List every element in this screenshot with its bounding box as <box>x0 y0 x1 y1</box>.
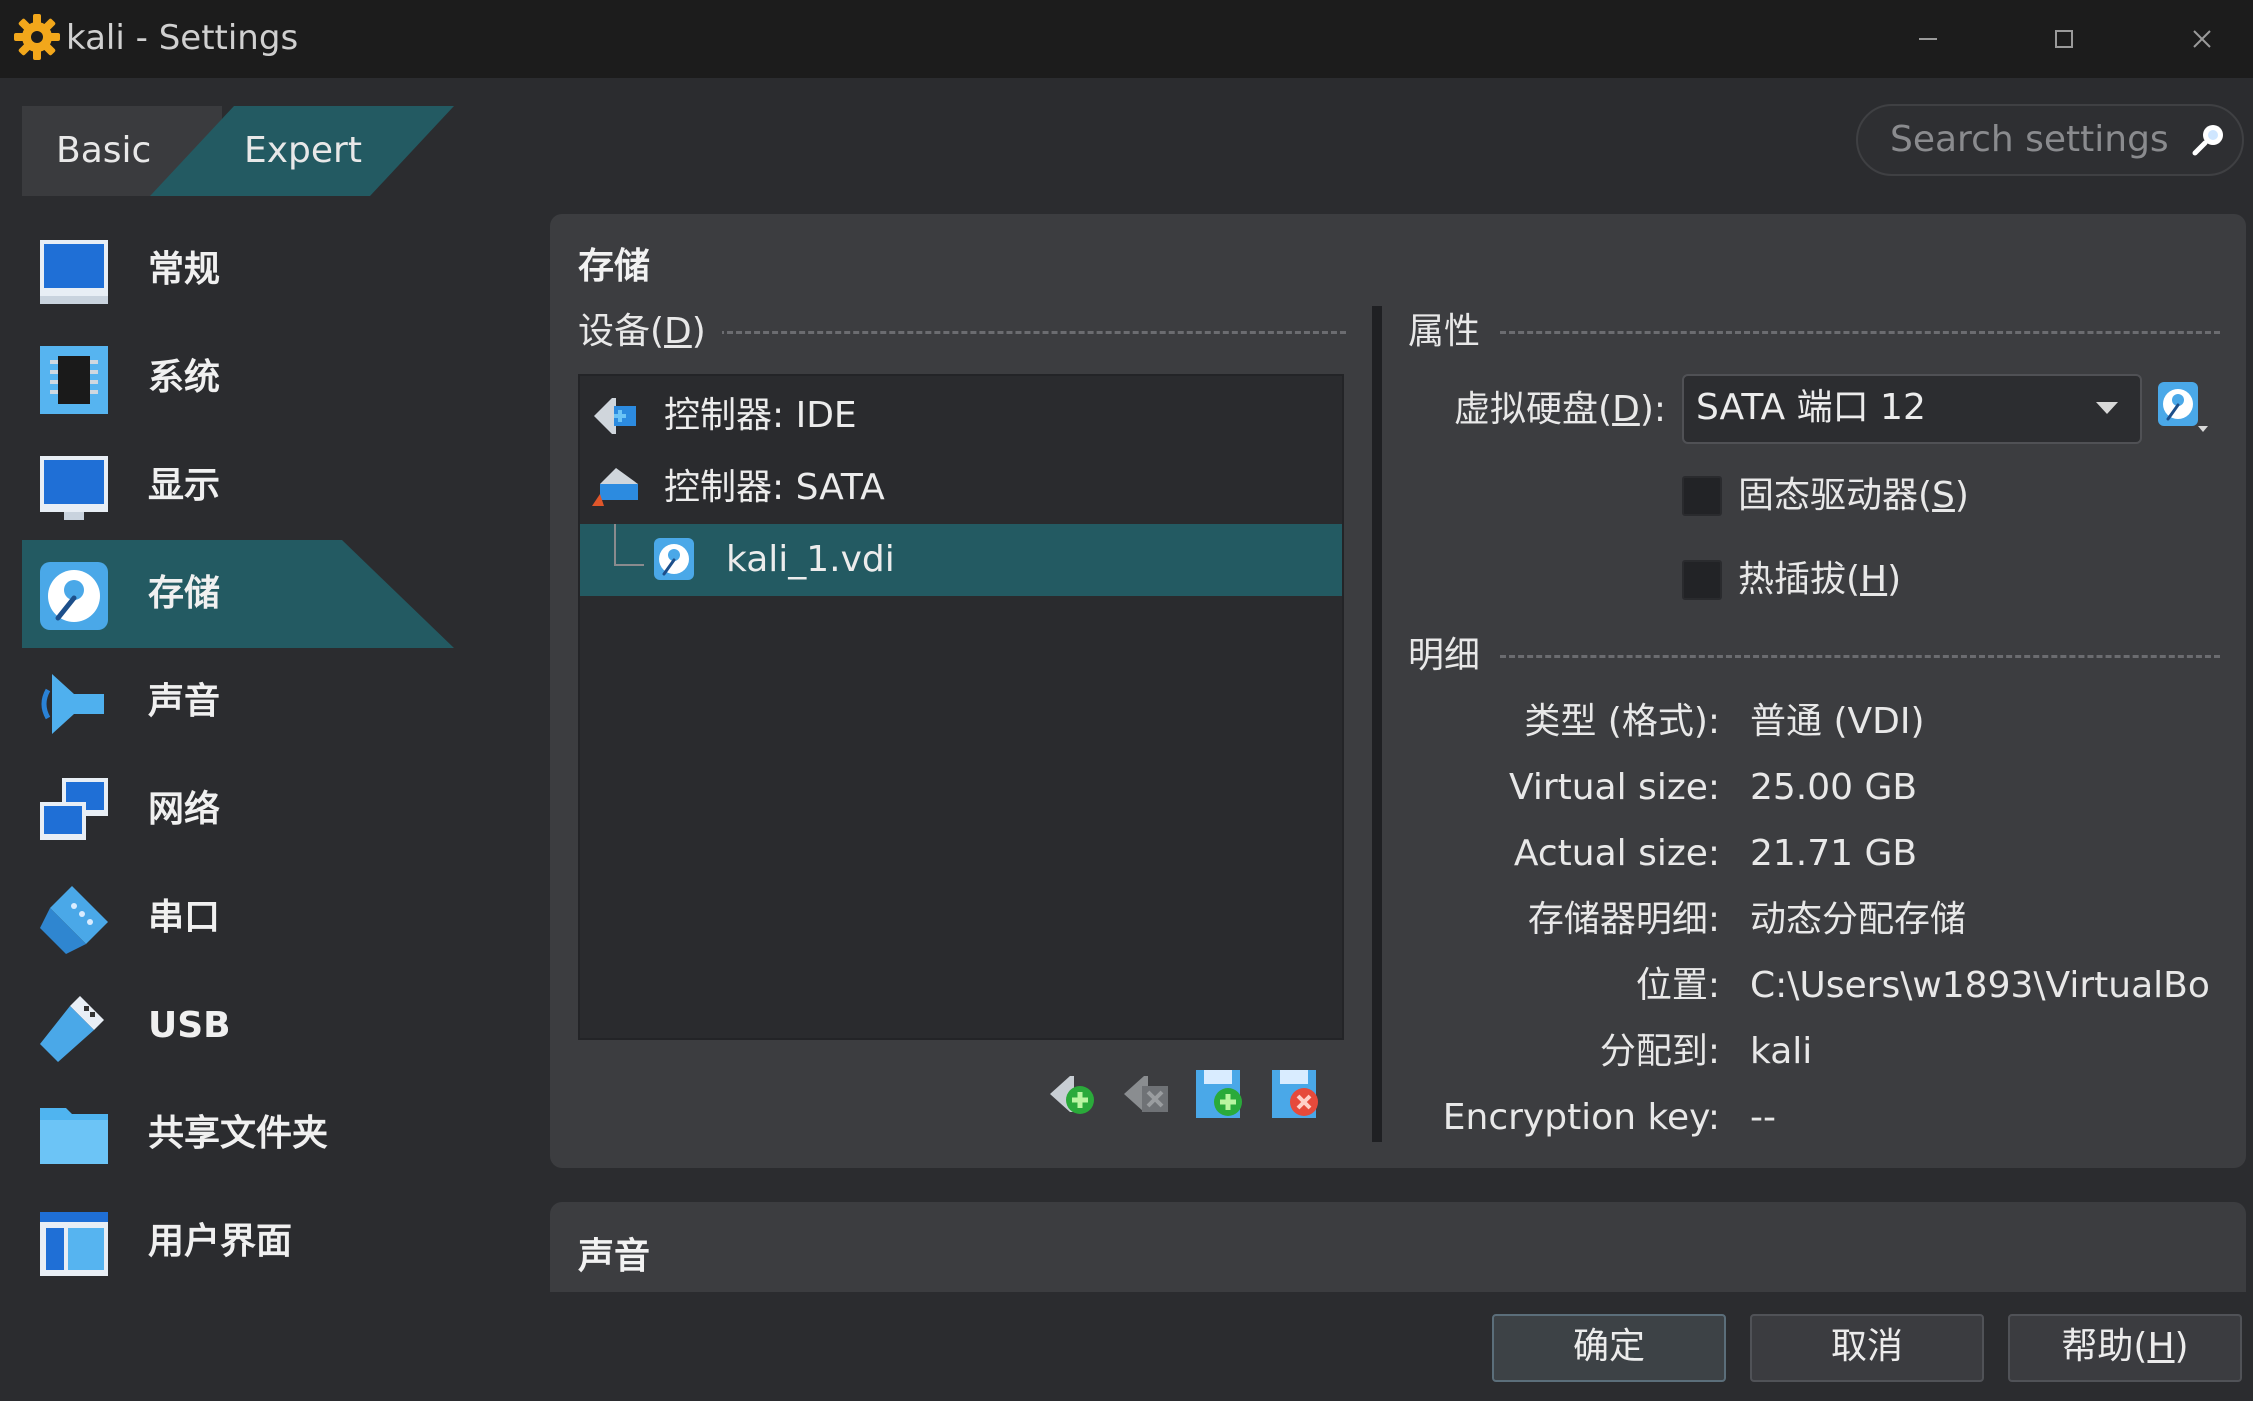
sidebar-item-label: 串口 <box>148 897 221 938</box>
detail-value: 25.00 GB <box>1750 767 1918 808</box>
mode-tab-expert-label: Expert <box>244 130 362 171</box>
detail-value: -- <box>1750 1097 1776 1138</box>
sidebar-item-general[interactable]: 常规 <box>22 216 454 324</box>
sidebar-item-label: 常规 <box>148 249 221 290</box>
details-title: 明细 <box>1408 632 1497 680</box>
devices-label: 设备(D) <box>578 308 722 356</box>
detail-value: kali <box>1750 1031 1813 1072</box>
sidebar-item-storage[interactable]: 存储 <box>22 540 454 648</box>
ssd-checkbox[interactable] <box>1682 476 1722 516</box>
close-button[interactable] <box>2132 0 2253 78</box>
detail-value: 动态分配存储 <box>1750 899 1967 940</box>
tree-branch-line <box>614 564 644 566</box>
detail-label: 存储器明细: <box>1527 899 1720 940</box>
ide-controller-icon <box>594 398 636 434</box>
detail-label: Actual size: <box>1513 833 1720 874</box>
sidebar-item-serial[interactable]: 串口 <box>22 864 454 972</box>
detail-value: C:\Users\w1893\VirtualBo.. <box>1750 965 2210 1006</box>
sidebar-item-label: USB <box>148 1005 231 1046</box>
maximize-button[interactable] <box>1994 0 2134 78</box>
gear-icon <box>14 14 60 60</box>
chevron-down-icon <box>2096 402 2118 414</box>
hard-disk-icon <box>654 538 694 580</box>
sidebar-item-label: 系统 <box>148 357 221 398</box>
sidebar-item-label: 用户界面 <box>148 1221 293 1262</box>
tree-item-sata-controller[interactable]: 控制器: SATA <box>580 452 1342 524</box>
ok-button[interactable]: 确定 <box>1492 1314 1726 1382</box>
search-icon[interactable] <box>2192 122 2226 156</box>
tree-item-label: kali_1.vdi <box>726 539 895 580</box>
serial-port-icon <box>40 886 108 954</box>
sidebar-item-usb[interactable]: USB <box>22 972 454 1080</box>
minimize-icon <box>1919 38 1937 40</box>
general-monitor-icon <box>40 240 108 304</box>
sidebar-item-label: 网络 <box>148 789 221 830</box>
tree-item-ide-controller[interactable]: 控制器: IDE <box>580 380 1342 452</box>
devices-divider <box>718 331 1346 334</box>
close-icon <box>2193 30 2211 48</box>
details-divider <box>1500 655 2220 658</box>
sidebar-item-label: 显示 <box>148 465 221 506</box>
detail-label: Encryption key: <box>1442 1097 1720 1138</box>
section-title: 存储 <box>578 246 651 287</box>
minimize-button[interactable] <box>1858 0 1998 78</box>
sata-controller-icon <box>592 468 638 506</box>
system-chip-icon <box>40 346 108 414</box>
shared-folder-icon <box>40 1108 108 1164</box>
user-interface-icon <box>40 1212 108 1276</box>
audio-speaker-icon <box>41 674 104 734</box>
cancel-button[interactable]: 取消 <box>1750 1314 1984 1382</box>
sidebar-item-label: 共享文件夹 <box>148 1113 329 1154</box>
detail-value: 普通 (VDI) <box>1750 701 1925 742</box>
add-controller-icon[interactable] <box>1046 1068 1098 1120</box>
sidebar-item-label: 声音 <box>148 681 221 722</box>
storage-disk-icon <box>40 562 108 630</box>
usb-icon <box>40 996 104 1062</box>
tree-item-label: 控制器: SATA <box>664 467 885 508</box>
detail-label: Virtual size: <box>1508 767 1720 808</box>
audio-section-title: 声音 <box>578 1236 651 1277</box>
display-monitor-icon <box>40 456 108 520</box>
help-button[interactable]: 帮助(H) <box>2008 1314 2242 1382</box>
sidebar-item-system[interactable]: 系统 <box>22 324 454 432</box>
attributes-divider <box>1500 331 2220 334</box>
hard-disk-label: 虚拟硬盘(D): <box>1454 389 1666 430</box>
search-placeholder: Search settings <box>1890 119 2169 160</box>
hotplug-label: 热插拔(H) <box>1738 559 1902 600</box>
tree-item-kali-vdi[interactable]: kali_1.vdi <box>580 524 1342 596</box>
sidebar-item-user-interface[interactable]: 用户界面 <box>22 1188 454 1296</box>
tree-item-label: 控制器: IDE <box>664 395 857 436</box>
sidebar-item-network[interactable]: 网络 <box>22 756 454 864</box>
network-icon <box>40 778 108 840</box>
ssd-label: 固态驱动器(S) <box>1738 475 1969 516</box>
sidebar-item-audio[interactable]: 声音 <box>22 648 454 756</box>
detail-label: 分配到: <box>1599 1031 1720 1072</box>
detail-value: 21.71 GB <box>1750 833 1918 874</box>
tree-branch-line <box>614 524 618 564</box>
hotplug-checkbox[interactable] <box>1682 560 1722 600</box>
detail-label: 类型 (格式): <box>1524 701 1720 742</box>
sidebar-item-display[interactable]: 显示 <box>22 432 454 540</box>
choose-disk-icon[interactable] <box>2156 380 2212 436</box>
sidebar-item-label: 存储 <box>148 573 221 614</box>
detail-label: 位置: <box>1635 965 1720 1006</box>
window-title: kali - Settings <box>66 18 299 58</box>
mode-tab-basic-label: Basic <box>56 130 152 171</box>
hard-disk-select-value: SATA 端口 12 <box>1696 387 1926 428</box>
sidebar-item-shared-folders[interactable]: 共享文件夹 <box>22 1080 454 1188</box>
maximize-icon <box>2055 30 2073 48</box>
attributes-title: 属性 <box>1408 308 1497 356</box>
